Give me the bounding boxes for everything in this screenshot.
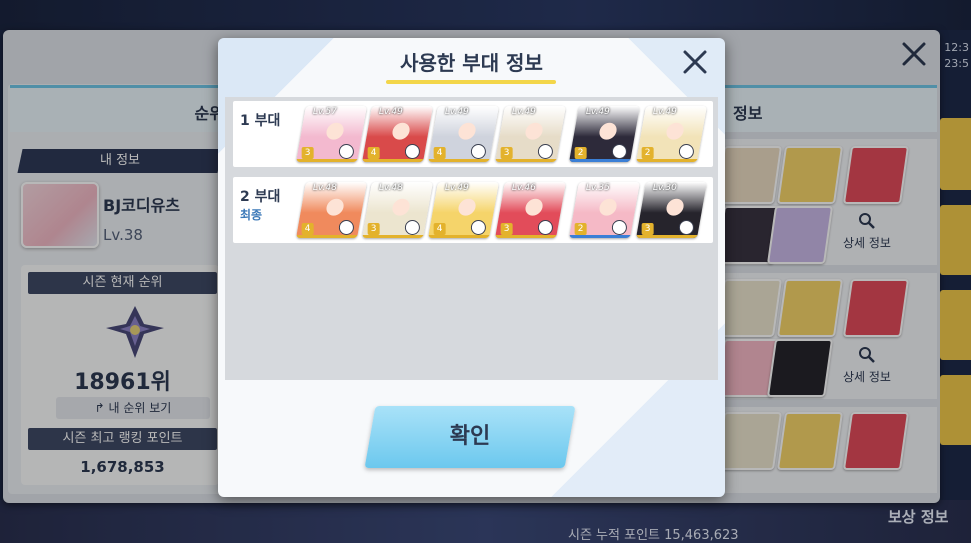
character-slot[interactable]: Lv.30 3 — [636, 182, 707, 238]
role-icon — [470, 144, 486, 159]
star-rank-badge: 3 — [500, 223, 513, 235]
character-slot[interactable]: Lv.49 4 — [362, 106, 433, 162]
squad-row: 2 부대 최종 Lv.48 4 Lv.48 3 Lv.49 4 Lv.46 3 Lv.35 2 Lv… — [233, 177, 713, 243]
character-slot[interactable]: Lv.57 3 — [296, 106, 367, 162]
star-rank-badge: 4 — [367, 147, 380, 159]
character-slot[interactable]: Lv.49 2 — [569, 106, 640, 162]
rarity-bar — [569, 159, 631, 162]
role-icon — [611, 220, 627, 235]
rarity-bar — [495, 159, 557, 162]
modal-title: 사용한 부대 정보 — [400, 51, 543, 75]
rarity-bar — [569, 235, 631, 238]
confirm-label: 확인 — [449, 424, 491, 449]
rarity-bar — [636, 235, 698, 238]
squad-label: 2 부대 — [240, 189, 281, 205]
role-icon — [678, 144, 694, 159]
role-icon — [404, 144, 420, 159]
star-rank-badge: 2 — [574, 223, 587, 235]
character-level: Lv.49 — [378, 107, 403, 117]
star-rank-badge: 2 — [574, 147, 587, 159]
character-level: Lv.49 — [652, 107, 677, 117]
squad-label: 1 부대 — [240, 113, 281, 129]
character-slot[interactable]: Lv.49 4 — [428, 182, 499, 238]
character-level: Lv.35 — [585, 183, 610, 193]
role-icon — [338, 220, 354, 235]
character-level: Lv.30 — [652, 183, 677, 193]
title-underline — [386, 80, 556, 84]
role-icon — [404, 220, 420, 235]
rarity-bar — [495, 235, 557, 238]
character-slot[interactable]: Lv.35 2 — [569, 182, 640, 238]
character-slot[interactable]: Lv.49 4 — [428, 106, 499, 162]
squad-list: 1 부대 Lv.57 3 Lv.49 4 Lv.49 4 Lv.49 3 Lv.49 2 Lv.49… — [225, 97, 718, 380]
rarity-bar — [362, 235, 424, 238]
role-icon — [537, 220, 553, 235]
rarity-bar — [362, 159, 424, 162]
rarity-bar — [428, 235, 490, 238]
star-rank-badge: 4 — [301, 223, 314, 235]
rarity-bar — [296, 159, 358, 162]
squad-row: 1 부대 Lv.57 3 Lv.49 4 Lv.49 4 Lv.49 3 Lv.49 2 Lv.49… — [233, 101, 713, 167]
star-rank-badge: 4 — [433, 147, 446, 159]
star-rank-badge: 4 — [433, 223, 446, 235]
role-icon — [678, 220, 694, 235]
star-rank-badge: 3 — [367, 223, 380, 235]
character-slot[interactable]: Lv.49 3 — [495, 106, 566, 162]
character-slot[interactable]: Lv.48 4 — [296, 182, 367, 238]
character-level: Lv.46 — [511, 183, 536, 193]
character-level: Lv.49 — [444, 183, 469, 193]
character-level: Lv.57 — [312, 107, 337, 117]
character-slot[interactable]: Lv.49 2 — [636, 106, 707, 162]
character-slot[interactable]: Lv.48 3 — [362, 182, 433, 238]
rarity-bar — [428, 159, 490, 162]
rarity-bar — [636, 159, 698, 162]
star-rank-badge: 3 — [500, 147, 513, 159]
confirm-button[interactable]: 확인 — [364, 406, 576, 468]
role-icon — [338, 144, 354, 159]
star-rank-badge: 3 — [641, 223, 654, 235]
rarity-bar — [296, 235, 358, 238]
character-level: Lv.49 — [511, 107, 536, 117]
character-level: Lv.48 — [378, 183, 403, 193]
character-level: Lv.48 — [312, 183, 337, 193]
character-slot[interactable]: Lv.46 3 — [495, 182, 566, 238]
role-icon — [537, 144, 553, 159]
close-icon[interactable] — [680, 47, 710, 77]
squad-sub-label: 최종 — [240, 208, 263, 222]
character-level: Lv.49 — [444, 107, 469, 117]
star-rank-badge: 2 — [641, 147, 654, 159]
star-rank-badge: 3 — [301, 147, 314, 159]
character-level: Lv.49 — [585, 107, 610, 117]
role-icon — [611, 144, 627, 159]
squad-info-modal: 사용한 부대 정보 1 부대 Lv.57 3 Lv.49 4 Lv.49 4 Lv.49 3 L… — [218, 38, 725, 497]
role-icon — [470, 220, 486, 235]
